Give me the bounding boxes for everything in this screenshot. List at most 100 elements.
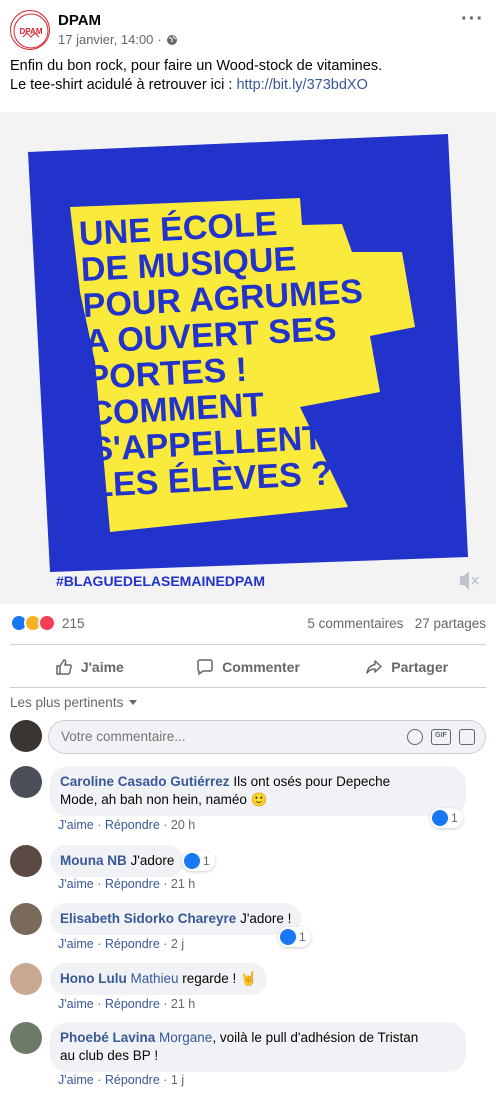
comment-text-2: Mode, ah bah non hein, naméo xyxy=(60,792,247,807)
comment-author[interactable]: Elisabeth Sidorko Chareyre xyxy=(60,911,236,926)
globe-icon[interactable] xyxy=(166,34,178,46)
post-timestamp[interactable]: 17 janvier, 14:00 xyxy=(58,32,153,47)
comment-bubble: Mouna NB J'adore xyxy=(50,845,185,877)
commenter-avatar[interactable] xyxy=(10,903,42,935)
comment-emoji: 🤘 xyxy=(240,971,257,986)
comment-text: regarde ! xyxy=(178,971,241,986)
meta-separator: · xyxy=(157,32,162,47)
comment-sort-dropdown[interactable]: Les plus pertinents xyxy=(10,695,138,710)
comment-reaction-count: 1 xyxy=(299,930,306,944)
comment-icon xyxy=(197,659,213,676)
post-actions: J'aime Commenter Partager xyxy=(10,650,486,684)
reactions-summary[interactable]: 215 xyxy=(10,614,85,632)
sort-label: Les plus pertinents xyxy=(10,695,124,710)
comment-bubble: Hono Lulu Mathieu regarde ! 🤘 xyxy=(50,963,267,995)
comment-like-link[interactable]: J'aime xyxy=(58,1073,94,1087)
mute-icon[interactable] xyxy=(460,571,479,590)
comment-links: J'aime · Répondre · 21 h xyxy=(58,997,195,1011)
comment-tag[interactable]: Mathieu xyxy=(127,971,178,986)
user-avatar[interactable] xyxy=(10,720,42,752)
share-icon xyxy=(366,660,383,674)
post-image[interactable]: UNE ÉCOLE DE MUSIQUE POUR AGRUMES A OUVE… xyxy=(0,112,496,604)
comment-bubble: Elisabeth Sidorko Chareyre J'adore ! xyxy=(50,903,302,935)
comment-time[interactable]: 20 h xyxy=(171,818,195,832)
comments-count[interactable]: 5 commentaires xyxy=(307,616,403,631)
comment-like-link[interactable]: J'aime xyxy=(58,877,94,891)
image-hashtag: #BLAGUEDELASEMAINEDPAM xyxy=(56,573,265,589)
comment-text: J'adore xyxy=(126,853,175,868)
link-separator: · xyxy=(163,877,168,891)
comment-reactions[interactable]: 1 xyxy=(182,851,215,871)
page-name[interactable]: DPAM xyxy=(58,12,101,29)
comment-reaction-count: 1 xyxy=(451,811,458,825)
reaction-count[interactable]: 215 xyxy=(62,616,85,631)
comment-tag[interactable]: Morgane xyxy=(155,1030,212,1045)
more-options-icon[interactable]: ··· xyxy=(461,8,484,31)
comment-text: , voilà le pull d'adhésion de Tristan xyxy=(212,1030,419,1045)
comment-reply-link[interactable]: Répondre xyxy=(105,1073,160,1087)
chevron-down-icon xyxy=(129,700,138,705)
comment-author[interactable]: Mouna NB xyxy=(60,853,127,868)
commenter-avatar[interactable] xyxy=(10,845,42,877)
comment-input-box[interactable]: GIF xyxy=(48,720,486,754)
page-avatar[interactable]: DPAM xyxy=(10,10,50,50)
share-button[interactable]: Partager xyxy=(327,650,486,684)
divider xyxy=(10,644,486,645)
commenter-avatar[interactable] xyxy=(10,766,42,798)
comment-like-link[interactable]: J'aime xyxy=(58,997,94,1011)
comment-like-link[interactable]: J'aime xyxy=(58,937,94,951)
post-stats: 215 5 commentaires 27 partages xyxy=(10,614,486,638)
comment-input[interactable] xyxy=(61,729,381,744)
comment-links: J'aime · Répondre · 20 h xyxy=(58,818,195,832)
comment-links: J'aime · Répondre · 1 j xyxy=(58,1073,184,1087)
link-separator: · xyxy=(163,937,168,951)
comment-author[interactable]: Phoebé Lavina xyxy=(60,1030,155,1045)
emoji-icon[interactable] xyxy=(407,729,423,745)
post-meta: 17 janvier, 14:00 · xyxy=(58,32,178,47)
comment-reactions[interactable]: 1 xyxy=(430,808,463,828)
comment-time[interactable]: 1 j xyxy=(171,1073,184,1087)
shares-count[interactable]: 27 partages xyxy=(415,616,486,631)
comment-bubble: Caroline Casado Gutiérrez Ils ont osés p… xyxy=(50,766,466,816)
comment-reaction-count: 1 xyxy=(203,854,210,868)
comment-composer: GIF xyxy=(10,720,486,754)
comment-reply-link[interactable]: Répondre xyxy=(105,937,160,951)
like-icon xyxy=(184,853,200,869)
comment-emoji: 🙂 xyxy=(250,792,268,807)
comment-bubble: Phoebé Lavina Morgane, voilà le pull d'a… xyxy=(50,1022,466,1072)
comment-text: J'adore ! xyxy=(236,911,292,926)
comment-links: J'aime · Répondre · 21 h xyxy=(58,877,195,891)
gif-icon[interactable]: GIF xyxy=(431,729,451,745)
comment-reactions[interactable]: 1 xyxy=(278,927,311,947)
stats-right: 5 commentaires 27 partages xyxy=(307,616,486,631)
thumbs-up-icon xyxy=(56,659,72,675)
post-text-prefix: Le tee-shirt acidulé à retrouver ici : xyxy=(10,77,237,93)
sticker-icon[interactable] xyxy=(459,729,475,745)
commenter-avatar[interactable] xyxy=(10,1022,42,1054)
link-separator: · xyxy=(97,997,102,1011)
comment-text-2: au club des BP ! xyxy=(60,1048,159,1063)
share-label: Partager xyxy=(391,659,449,675)
like-button[interactable]: J'aime xyxy=(10,650,169,684)
comment-like-link[interactable]: J'aime xyxy=(58,818,94,832)
comment-time[interactable]: 2 j xyxy=(171,937,184,951)
page-logo-text: DPAM xyxy=(20,27,43,36)
comment-reply-link[interactable]: Répondre xyxy=(105,997,160,1011)
comment-reply-link[interactable]: Répondre xyxy=(105,877,160,891)
comment-button[interactable]: Commenter xyxy=(169,650,328,684)
comment-reply-link[interactable]: Répondre xyxy=(105,818,160,832)
comment-time[interactable]: 21 h xyxy=(171,877,195,891)
comment-text: Ils ont osés pour Depeche xyxy=(229,774,391,789)
link-separator: · xyxy=(97,877,102,891)
comment-label: Commenter xyxy=(222,659,300,675)
comment-time[interactable]: 21 h xyxy=(171,997,195,1011)
post-header: DPAM DPAM 17 janvier, 14:00 · ··· xyxy=(10,8,486,50)
comment-author[interactable]: Hono Lulu xyxy=(60,971,127,986)
commenter-avatar[interactable] xyxy=(10,963,42,995)
comment-author[interactable]: Caroline Casado Gutiérrez xyxy=(60,774,230,789)
like-icon xyxy=(432,810,448,826)
comment-links: J'aime · Répondre · 2 j xyxy=(58,937,184,951)
love-reaction-icon xyxy=(38,614,56,632)
like-icon xyxy=(280,929,296,945)
post-link[interactable]: http://bit.ly/373bdXO xyxy=(236,77,367,93)
